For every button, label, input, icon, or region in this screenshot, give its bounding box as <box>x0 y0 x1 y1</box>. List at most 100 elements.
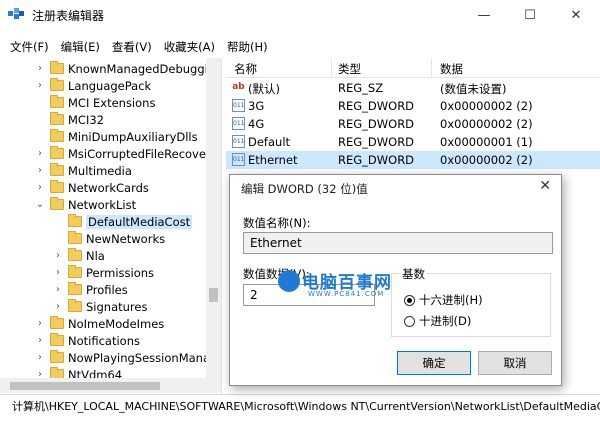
tree-item-label: Notifications <box>68 333 140 348</box>
tree-item[interactable]: › MsiCorruptedFileRecovery <box>34 145 217 162</box>
value-data: 0x00000002 (2) <box>440 99 533 113</box>
tree-item[interactable]: MCI Extensions <box>34 94 155 111</box>
menu-bar: 文件(F) 编辑(E) 查看(V) 收藏夹(A) 帮助(H) <box>0 38 600 58</box>
menu-file[interactable]: 文件(F) <box>4 38 55 58</box>
tree-item-label: MCI Extensions <box>68 95 156 110</box>
column-data-header[interactable]: 数据 <box>440 61 463 77</box>
chevron-right-icon[interactable]: › <box>34 335 46 346</box>
tree-item[interactable]: › NowPlayingSessionManager <box>34 349 222 366</box>
chevron-right-icon[interactable]: › <box>52 250 64 261</box>
tree-item-label: Nla <box>86 248 105 263</box>
cancel-button[interactable]: 取消 <box>478 351 552 375</box>
hex-radio-label: 十六进制(H) <box>419 293 483 307</box>
value-type: REG_DWORD <box>338 117 415 131</box>
folder-icon <box>50 316 64 329</box>
maximize-icon: ☐ <box>524 7 536 23</box>
chevron-right-icon[interactable]: › <box>34 80 46 91</box>
menu-favorites[interactable]: 收藏夹(A) <box>158 38 221 58</box>
menu-help[interactable]: 帮助(H) <box>221 38 274 58</box>
column-divider[interactable] <box>431 58 432 78</box>
chevron-right-icon[interactable]: › <box>34 182 46 193</box>
chevron-right-icon[interactable]: › <box>52 267 64 278</box>
tree-horizontal-scrollbar[interactable] <box>0 378 221 393</box>
window-title: 注册表编辑器 <box>32 9 105 23</box>
minimize-button[interactable]: — <box>461 0 507 30</box>
tree-item-label: LanguagePack <box>68 78 152 93</box>
chevron-right-icon[interactable]: › <box>52 284 64 295</box>
chevron-right-icon[interactable]: › <box>34 318 46 329</box>
chevron-right-icon[interactable]: › <box>34 352 46 363</box>
folder-icon <box>50 197 64 210</box>
chevron-right-icon[interactable]: › <box>34 148 46 159</box>
folder-icon <box>50 163 64 176</box>
tree-item[interactable]: › NoImeModeImes <box>34 315 164 332</box>
tree-item-label: NetworkList <box>68 197 137 212</box>
value-row[interactable]: 011 Default REG_DWORD 0x00000001 (1) <box>226 133 600 151</box>
maximize-button[interactable]: ☐ <box>507 0 553 30</box>
tree-item[interactable]: › Profiles <box>52 281 128 298</box>
value-row[interactable]: ab (默认) REG_SZ (数值未设置) <box>226 79 600 97</box>
folder-icon <box>50 333 64 346</box>
tree-item[interactable]: ⌄ NetworkList <box>34 196 136 213</box>
tree-item-label: NetworkCards <box>68 180 149 195</box>
tree-vertical-scroll-thumb[interactable] <box>209 288 218 302</box>
column-type-header[interactable]: 类型 <box>338 61 361 77</box>
value-row[interactable]: 011 3G REG_DWORD 0x00000002 (2) <box>226 97 600 115</box>
folder-icon <box>68 214 82 227</box>
folder-icon <box>50 350 64 363</box>
status-bar: 计算机\HKEY_LOCAL_MACHINE\SOFTWARE\Microsof… <box>0 394 600 414</box>
tree-item[interactable]: › LanguagePack <box>34 77 151 94</box>
tree-item-label: KnownManagedDebuggingD <box>68 61 222 76</box>
tree-horizontal-scroll-thumb[interactable] <box>10 382 160 390</box>
tree-item[interactable]: › Permissions <box>52 264 154 281</box>
column-name-header[interactable]: 名称 <box>234 61 257 77</box>
tree-item[interactable]: › Multimedia <box>34 162 132 179</box>
tree-item-label: MsiCorruptedFileRecovery <box>68 146 218 161</box>
tree-item[interactable]: › KnownManagedDebuggingD <box>34 60 222 77</box>
ok-button[interactable]: 确定 <box>397 351 471 375</box>
chevron-right-icon[interactable]: › <box>34 63 46 74</box>
chevron-down-icon[interactable]: ⌄ <box>34 199 46 210</box>
value-row[interactable]: 011 Ethernet REG_DWORD 0x00000002 (2) <box>226 151 600 169</box>
key-tree: › NtVdm64 › NowPlayingSessionManager › Notifi… <box>0 58 222 394</box>
menu-view[interactable]: 查看(V) <box>106 38 158 58</box>
tree-item[interactable]: › Signatures <box>52 298 147 315</box>
folder-icon <box>68 282 82 295</box>
tree-item[interactable]: › NetworkCards <box>34 179 149 196</box>
tree-item[interactable]: MiniDumpAuxiliaryDlls <box>34 128 198 145</box>
binary-value-icon: 011 <box>232 117 245 130</box>
tree-item-label: NowPlayingSessionManager <box>68 350 222 365</box>
decimal-radio[interactable]: 十进制(D) <box>404 313 471 329</box>
chevron-right-icon[interactable]: › <box>34 165 46 176</box>
tree-item[interactable]: NewNetworks <box>52 230 165 247</box>
value-type: REG_DWORD <box>338 153 415 167</box>
value-name: 3G <box>248 99 265 113</box>
tree-item-label: DefaultMediaCost <box>86 214 193 229</box>
folder-icon <box>68 299 82 312</box>
value-name: Default <box>248 135 291 149</box>
menu-edit[interactable]: 编辑(E) <box>55 38 106 58</box>
tree-item[interactable]: MCI32 <box>34 111 104 128</box>
value-data: 0x00000002 (2) <box>440 117 533 131</box>
title-bar: 注册表编辑器 — ☐ ✕ <box>0 0 600 30</box>
tree-item[interactable]: › Nla <box>52 247 105 264</box>
column-divider[interactable] <box>331 58 332 78</box>
tree-item[interactable]: DefaultMediaCost <box>52 213 193 230</box>
chevron-right-icon[interactable]: › <box>52 301 64 312</box>
tree-vertical-scrollbar[interactable] <box>206 58 221 378</box>
folder-icon <box>68 265 82 278</box>
tree-item-label: Signatures <box>86 299 148 314</box>
folder-icon <box>50 180 64 193</box>
radio-unchecked-icon <box>404 315 415 327</box>
folder-icon <box>50 95 64 108</box>
string-value-icon: ab <box>232 82 245 92</box>
tree-item[interactable]: › Notifications <box>34 332 140 349</box>
value-row[interactable]: 011 4G REG_DWORD 0x00000002 (2) <box>226 115 600 133</box>
dialog-close-icon[interactable]: ✕ <box>539 178 551 194</box>
tree-item-label: Permissions <box>86 265 155 280</box>
value-name-field[interactable]: Ethernet <box>243 232 553 254</box>
watermark-url: WWW.PC841.COM <box>308 290 385 298</box>
tree-item-label: NoImeModeImes <box>68 316 165 331</box>
close-button[interactable]: ✕ <box>553 0 599 30</box>
value-name-label: 数值名称(N): <box>243 216 311 230</box>
